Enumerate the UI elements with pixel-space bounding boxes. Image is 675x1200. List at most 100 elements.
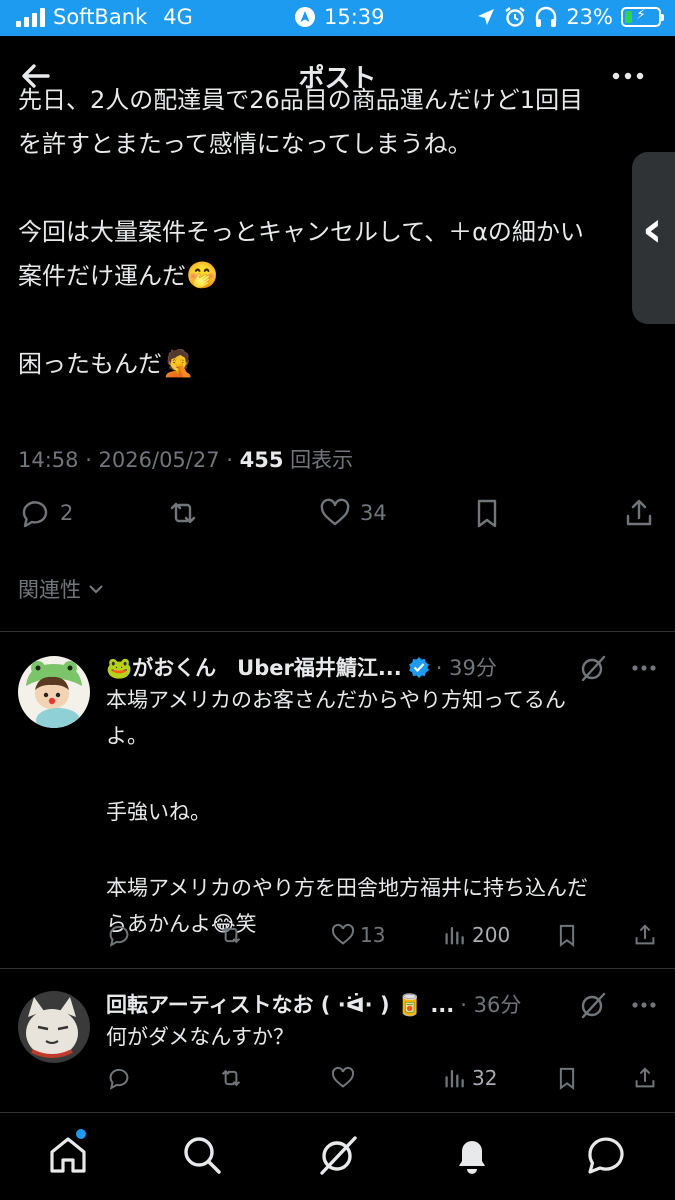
repost-icon [221,926,241,944]
reply-button[interactable]: 2 [18,496,73,530]
reply-header-actions [579,991,657,1019]
bookmark-icon [559,924,575,947]
reply-icon [22,501,48,528]
repost-button[interactable] [218,1065,244,1091]
relevance-sort-button[interactable]: 関連性 [18,574,105,604]
nav-grok[interactable] [316,1133,360,1177]
reply-actions: 13 200 [106,922,658,954]
share-icon [626,499,652,526]
reply-line: 何がダメなんすか？ [106,1025,294,1049]
views-label: 回表示 [283,448,354,472]
home-icon [50,1137,86,1173]
reply-icon [109,925,129,947]
bookmark-button[interactable] [470,496,504,530]
clock: 15:39 [324,5,385,29]
post-line: 今回は大量案件そっとキャンセルして、＋αの細かい [18,218,584,246]
repost-icon [221,1069,241,1087]
post-line: 案件だけ運んだ🤭 [18,261,219,291]
nav-messages[interactable] [584,1133,628,1177]
share-button[interactable] [632,1065,658,1091]
grok-icon[interactable] [579,654,607,682]
reply-line: よ。 [106,724,148,748]
navigation-app-icon [295,7,315,27]
reply-button[interactable] [106,1065,132,1091]
post-body: 先日、2人の配達員で26品目の商品運んだけど1回目 を許すとまたって感情になって… [18,86,658,386]
bookmark-button[interactable] [554,922,580,948]
repost-icon [170,502,196,524]
like-count: 13 [360,923,386,947]
reply-header: 回転アーティストなお ( ·ᐛ· ) 🥫 ... · 36分 [106,989,521,1019]
more-options-icon[interactable] [631,1001,657,1009]
share-icon [635,924,655,945]
reply-line: 本場アメリカのやり方を田舎地方福井に持ち込んだ [106,876,588,900]
bell-icon [459,1141,485,1174]
reply-time: · 39分 [435,656,497,680]
battery-percent: 23% [566,5,613,29]
signal-icon [16,7,45,27]
reply-item[interactable]: 🐸がおくん Uber福井鯖江... · 39分 本場アメリカのお客さんだからやり… [0,632,675,968]
post-line: を許すとまたって感情になってしまうね。 [18,130,472,158]
like-button[interactable] [330,1065,360,1091]
more-options-icon[interactable] [631,664,657,672]
views-button[interactable]: 32 [442,1065,497,1091]
reply-button[interactable] [106,922,132,948]
share-button[interactable] [632,922,658,948]
display-name[interactable]: 回転アーティストなお ( ·ᐛ· ) 🥫 ... [106,989,454,1019]
heart-icon [320,498,350,526]
post-line: 困ったもんだ🤦 [18,349,195,379]
share-icon [635,1067,655,1088]
grok-icon[interactable] [579,991,607,1019]
facepalm-emoji: 🤦 [162,349,195,379]
avatar[interactable] [18,656,90,728]
display-name[interactable]: 🐸がおくん Uber福井鯖江... [106,652,402,682]
chevron-down-icon [89,585,103,594]
bookmark-icon [477,499,497,528]
relevance-label: 関連性 [18,578,81,602]
views-count: 455 [239,448,284,472]
reply-icon [109,1068,129,1090]
headphones-icon [536,6,557,27]
hand-over-mouth-emoji: 🤭 [186,261,219,291]
nav-search[interactable] [180,1133,224,1177]
bookmark-button[interactable] [554,1065,580,1091]
battery-icon: ⚡ [621,7,664,27]
reply-header-actions [579,654,657,682]
carrier-label: SoftBank [53,5,148,29]
reply-line: 本場アメリカのお客さんだからやり方知ってるん [106,688,566,712]
reply-line: 手強いね。 [106,800,211,824]
reply-count: 2 [60,501,74,525]
heart-icon [331,923,355,945]
reply-header: 🐸がおくん Uber福井鯖江... · 39分 [106,652,497,682]
nav-notifications[interactable] [450,1133,494,1177]
heart-icon [331,1066,355,1088]
like-button[interactable]: 34 [318,496,387,530]
side-panel-handle[interactable]: ‹ [632,152,675,324]
post-actions: 2 34 [18,496,660,536]
chevron-left-icon: ‹ [642,200,663,258]
like-count: 34 [360,501,387,525]
post-meta: 14:58 · 2026/05/27 · 455 回表示 [18,444,353,474]
post-line: 先日、2人の配達員で26品目の商品運んだけど1回目 [18,86,584,114]
analytics-icon [445,926,464,945]
reply-item[interactable]: 回転アーティストなお ( ·ᐛ· ) 🥫 ... · 36分 何がダメなんすか？… [0,969,675,1111]
reply-text: 本場アメリカのお客さんだからやり方知ってるん よ。 手強いね。 本場アメリカのや… [106,682,646,942]
post-timestamp: 14:58 · 2026/05/27 · [18,448,240,472]
location-icon [478,9,495,25]
grok-icon [320,1136,357,1175]
notification-dot [76,1129,86,1139]
verified-badge-icon [408,657,429,678]
nav-home[interactable] [46,1129,90,1177]
avatar[interactable] [18,991,90,1063]
chat-icon [588,1137,624,1174]
like-button[interactable]: 13 [330,922,385,948]
view-count: 200 [472,923,511,947]
repost-button[interactable] [166,496,200,530]
bottom-navigation [0,1112,675,1200]
reply-text: 何がダメなんすか？ [106,1019,646,1055]
network-label: 4G [163,5,193,29]
search-icon [184,1137,221,1174]
status-bar: SoftBank 4G 15:39 23% ⚡ [0,0,675,36]
views-button[interactable]: 200 [442,922,510,948]
share-button[interactable] [622,496,656,530]
repost-button[interactable] [218,922,244,948]
